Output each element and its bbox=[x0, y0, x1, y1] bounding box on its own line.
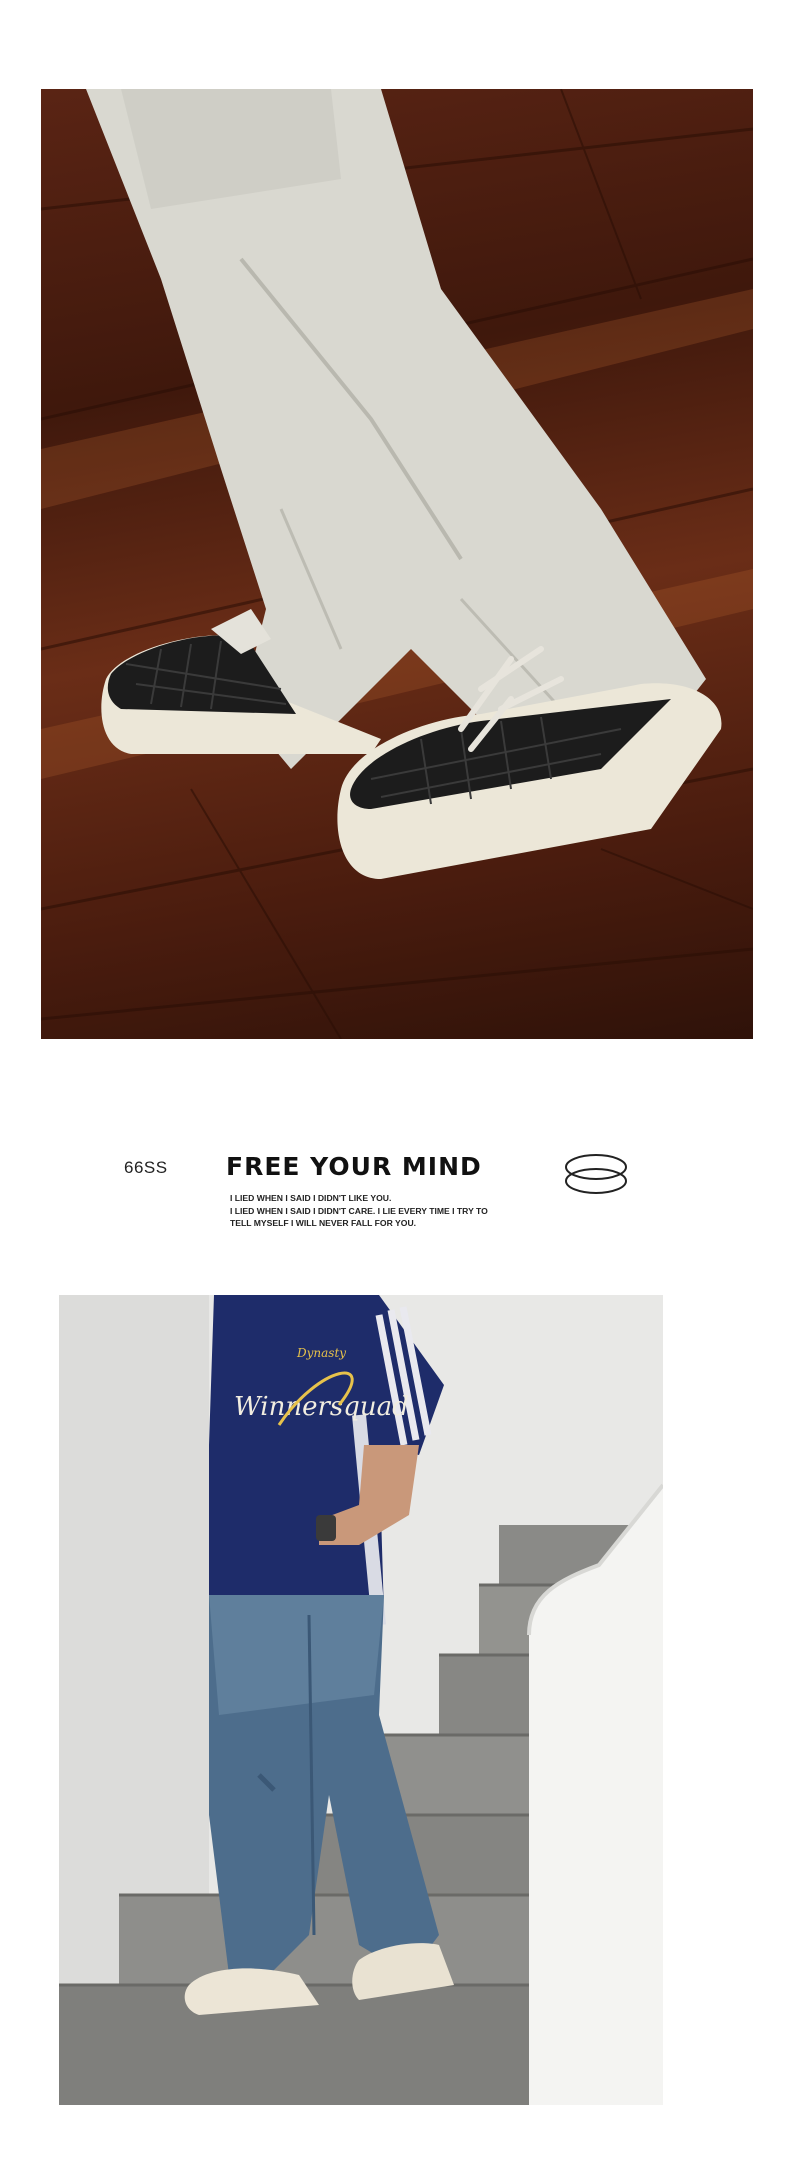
shirt-badge: Dynasty bbox=[296, 1346, 346, 1360]
slogan-line: I LIED WHEN I SAID I DIDN'T CARE. I LIE … bbox=[230, 1205, 488, 1216]
rings-icon bbox=[565, 1154, 627, 1194]
stairs-outfit-photo: Winnersquad Dynasty bbox=[59, 1295, 663, 2105]
slogan-line: TELL MYSELF I WILL NEVER FALL FOR YOU. bbox=[230, 1218, 417, 1228]
slogan-text: I LIED WHEN I SAID I DIDN'T LIKE YOU. I … bbox=[230, 1192, 510, 1230]
headline: FREE YOUR MIND bbox=[226, 1152, 482, 1181]
shirt-print: Winnersquad bbox=[234, 1392, 409, 1422]
collection-code: 66SS bbox=[124, 1158, 168, 1177]
watch-icon bbox=[316, 1515, 336, 1541]
slogan-block: 66SS FREE YOUR MIND I LIED WHEN I SAID I… bbox=[0, 1130, 790, 1250]
slogan-line: I LIED WHEN I SAID I DIDN'T LIKE YOU. bbox=[230, 1193, 392, 1203]
sneakers-illustration bbox=[41, 89, 753, 1039]
sneakers-photo bbox=[41, 89, 753, 1039]
stairs-outfit-illustration: Winnersquad Dynasty bbox=[59, 1295, 663, 2105]
